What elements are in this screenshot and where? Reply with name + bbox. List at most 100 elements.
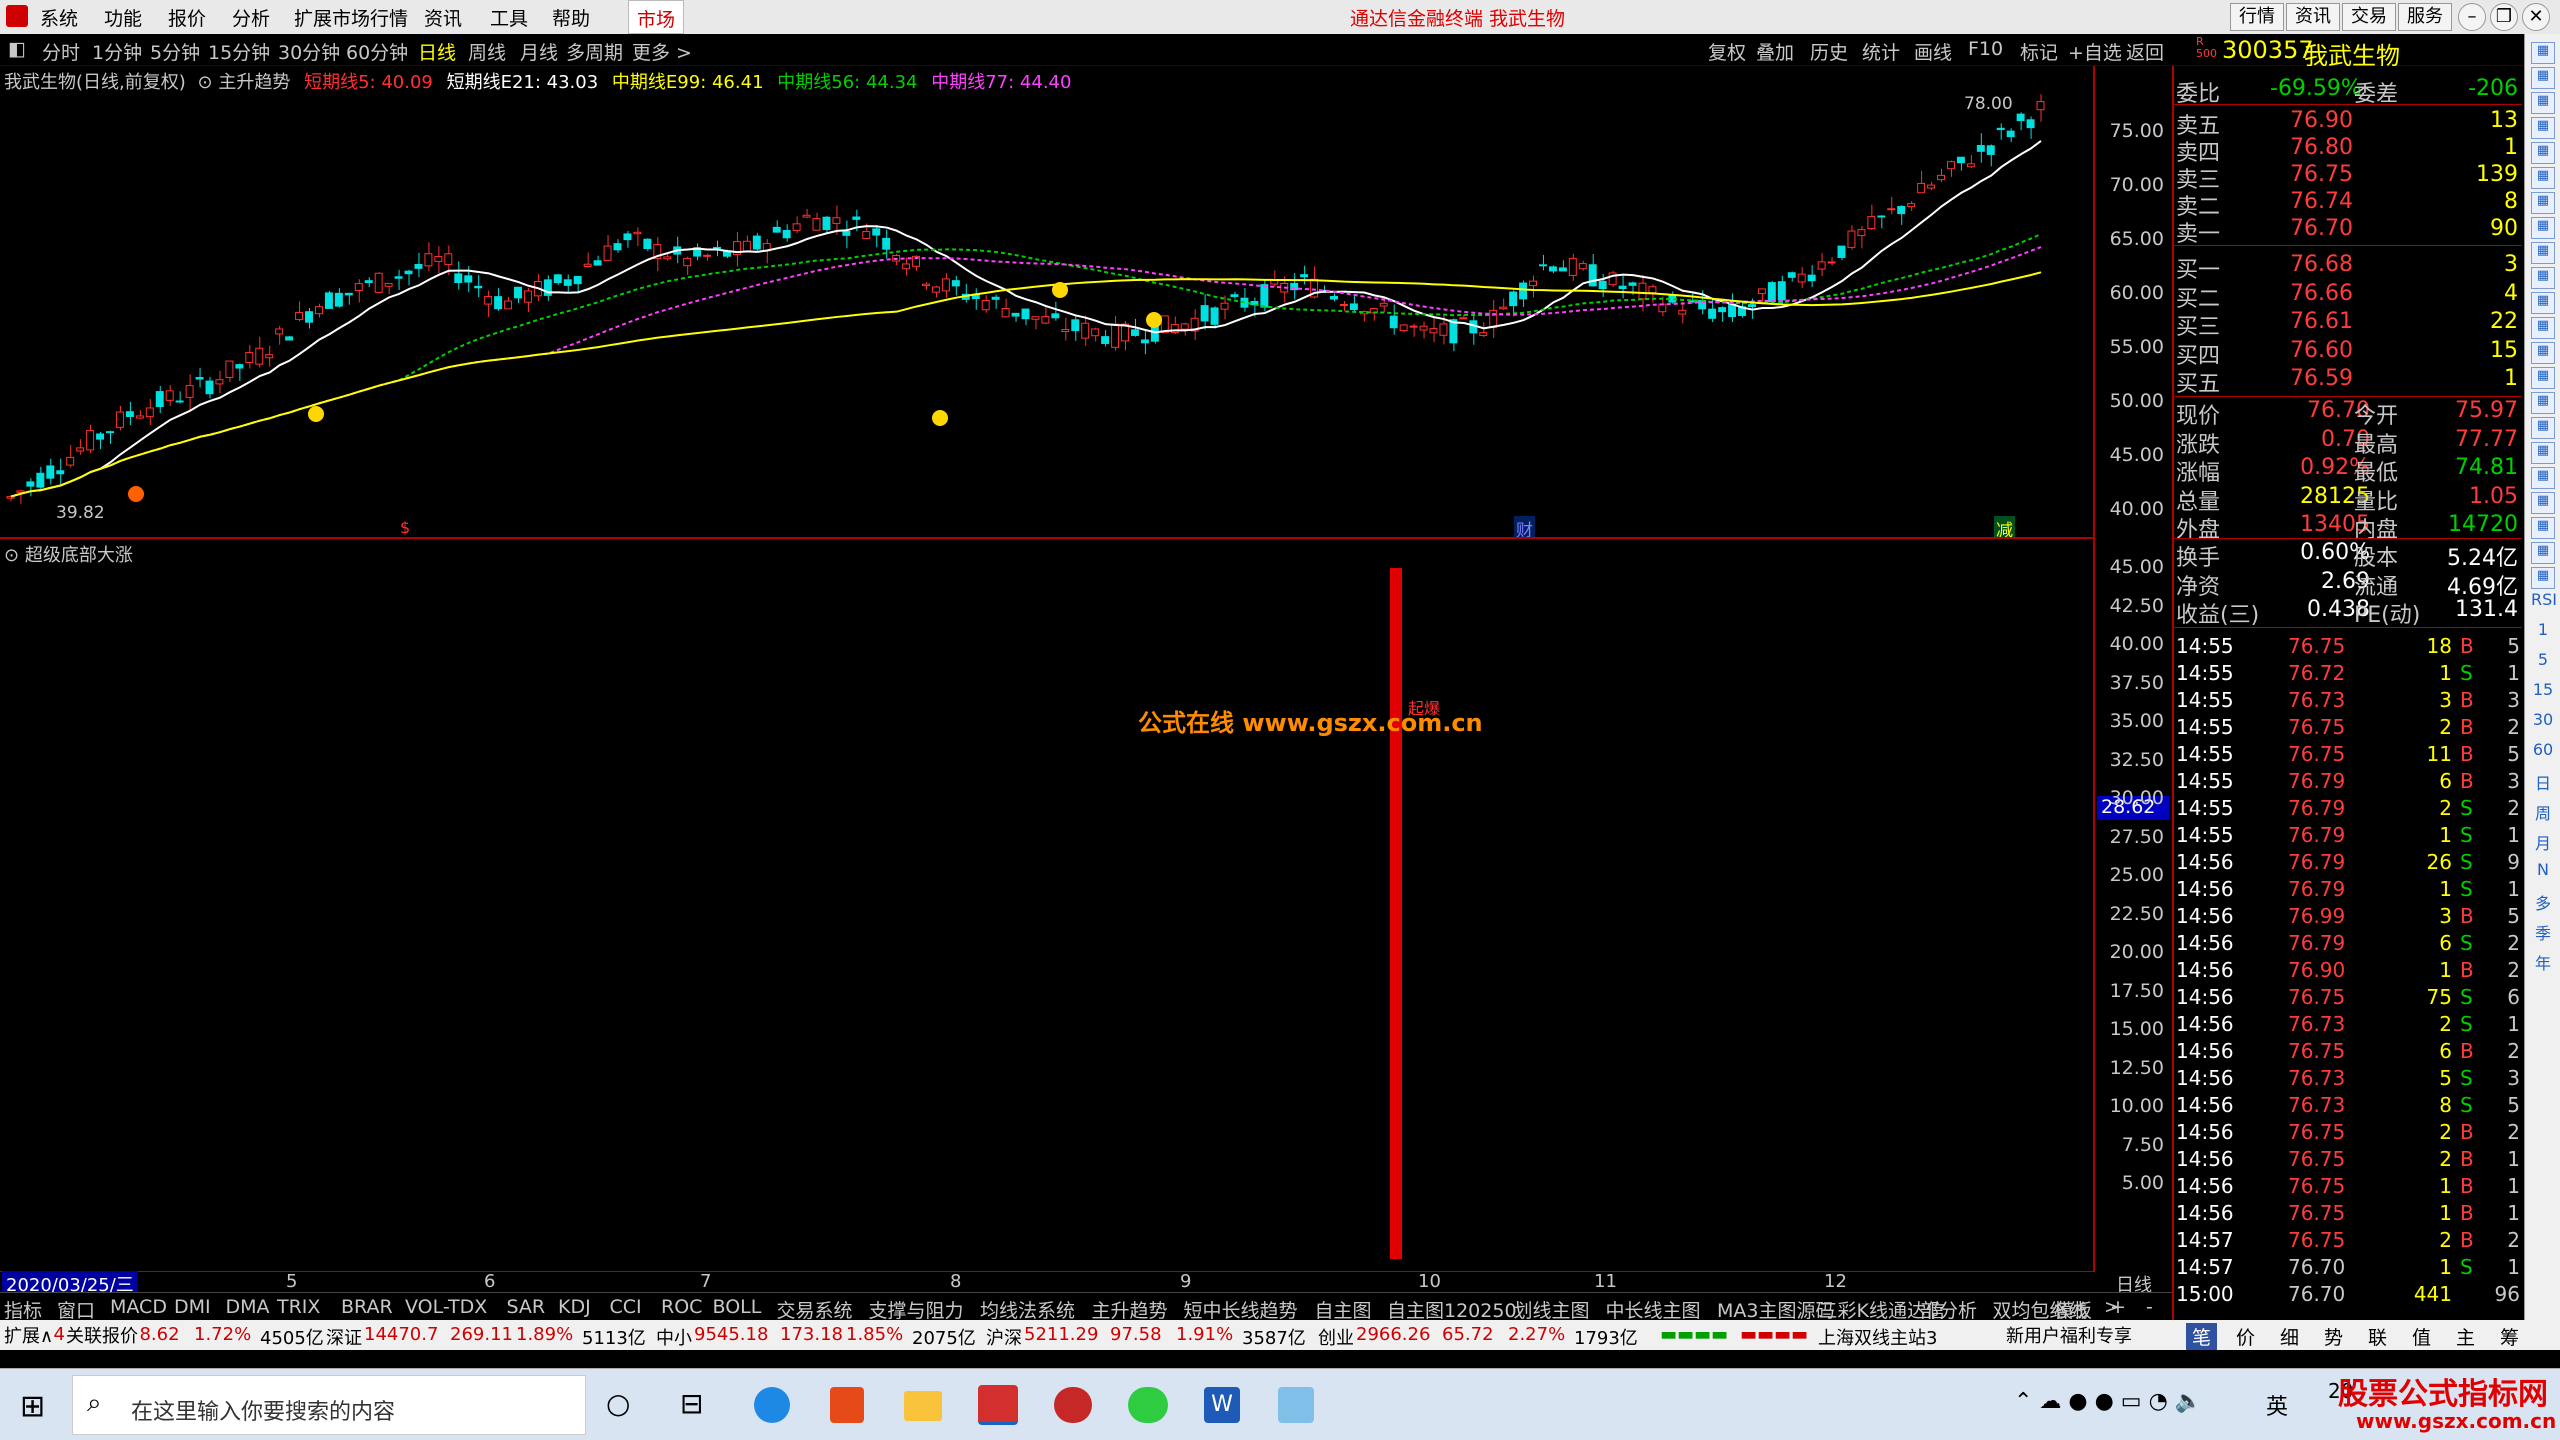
- restore-icon[interactable]: ❐: [2490, 3, 2518, 31]
- right-tab-6[interactable]: 主: [2450, 1323, 2481, 1350]
- server-name[interactable]: 上海双线主站3: [1818, 1324, 1937, 1350]
- chart-tool-4[interactable]: 画线: [1914, 38, 1952, 65]
- indicator-tab-18[interactable]: 自主图: [1315, 1296, 1372, 1323]
- minimize-icon[interactable]: –: [2458, 3, 2486, 31]
- side-tool-icon[interactable]: ▦: [2531, 392, 2555, 414]
- side-period-0[interactable]: RSI: [2531, 590, 2557, 612]
- menu-tools[interactable]: 工具: [490, 4, 528, 31]
- expand-toggle[interactable]: 扩展∧: [4, 1322, 54, 1348]
- side-tool-icon[interactable]: ▦: [2531, 317, 2555, 339]
- side-period-3[interactable]: 15: [2531, 680, 2555, 702]
- chart-tool-7[interactable]: +自选: [2068, 38, 2122, 65]
- chart-tool-1[interactable]: 叠加: [1756, 38, 1794, 65]
- indicator-tab-10[interactable]: CCI: [610, 1296, 642, 1318]
- menu-system[interactable]: 系统: [40, 4, 78, 31]
- indicator-tab-24[interactable]: 部分析: [1920, 1296, 1977, 1323]
- menu-analysis[interactable]: 分析: [232, 4, 270, 31]
- side-tool-icon[interactable]: ▦: [2531, 267, 2555, 289]
- right-tab-3[interactable]: 势: [2318, 1323, 2349, 1350]
- chart-tool-5[interactable]: F10: [1968, 38, 2003, 60]
- side-period-4[interactable]: 30: [2531, 710, 2555, 732]
- promo-banner[interactable]: 新用户福利专享: [2000, 1322, 2138, 1348]
- indicator-tab-1[interactable]: 窗口: [57, 1296, 95, 1323]
- period-tab-5[interactable]: 60分钟: [346, 38, 408, 65]
- windows-start-icon[interactable]: ⊞: [20, 1389, 45, 1424]
- indicator-tab-9[interactable]: KDJ: [558, 1296, 591, 1318]
- taskbar-search[interactable]: ⌕ 在这里输入你要搜索的内容: [72, 1375, 586, 1435]
- side-tool-icon[interactable]: ▦: [2531, 417, 2555, 439]
- sub-indicator-toggle-icon[interactable]: ⊙: [4, 545, 19, 566]
- indicator-tab-20[interactable]: 划线主图: [1514, 1296, 1590, 1323]
- right-tab-4[interactable]: 联: [2362, 1323, 2393, 1350]
- indicator-tab-0[interactable]: 指标: [4, 1296, 42, 1323]
- tdx-app-icon[interactable]: [978, 1385, 1018, 1425]
- period-tab-3[interactable]: 15分钟: [208, 38, 270, 65]
- chart-tool-8[interactable]: 返回: [2126, 38, 2164, 65]
- period-tab-0[interactable]: 分时: [42, 38, 80, 65]
- task-view-icon[interactable]: ○: [606, 1387, 630, 1420]
- indicator-tab-5[interactable]: TRIX: [277, 1296, 320, 1318]
- side-tool-icon[interactable]: ▦: [2531, 492, 2555, 514]
- indicator-tab-15[interactable]: 均线法系统: [980, 1296, 1075, 1323]
- indicator-tab-13[interactable]: 交易系统: [777, 1296, 853, 1323]
- right-tab-1[interactable]: 价: [2230, 1323, 2261, 1350]
- header-button-trade[interactable]: 交易: [2342, 3, 2396, 31]
- period-tab-10[interactable]: 更多 >: [632, 38, 692, 65]
- side-tool-icon[interactable]: ▦: [2531, 567, 2555, 589]
- tabs-right-0[interactable]: 模板: [2054, 1296, 2092, 1323]
- side-tool-icon[interactable]: ▦: [2531, 192, 2555, 214]
- right-tab-7[interactable]: 筹: [2494, 1323, 2525, 1350]
- side-period-9[interactable]: N: [2531, 860, 2555, 882]
- side-tool-icon[interactable]: ▦: [2531, 142, 2555, 164]
- close-icon[interactable]: ✕: [2522, 3, 2550, 31]
- side-tool-icon[interactable]: ▦: [2531, 92, 2555, 114]
- right-tab-5[interactable]: 值: [2406, 1323, 2437, 1350]
- indicator-tab-22[interactable]: MA3主图源码: [1717, 1296, 1834, 1323]
- indicator-tab-16[interactable]: 主升趋势: [1092, 1296, 1168, 1323]
- period-tab-7[interactable]: 周线: [468, 38, 506, 65]
- side-period-11[interactable]: 季: [2531, 920, 2555, 943]
- side-tool-icon[interactable]: ▦: [2531, 242, 2555, 264]
- side-tool-icon[interactable]: ▦: [2531, 342, 2555, 364]
- period-tab-8[interactable]: 月线: [520, 38, 558, 65]
- app-red-icon[interactable]: [1054, 1387, 1092, 1423]
- indicator-tab-4[interactable]: DMA: [226, 1296, 270, 1318]
- side-tool-icon[interactable]: ▦: [2531, 67, 2555, 89]
- side-tool-icon[interactable]: ▦: [2531, 442, 2555, 464]
- menu-quote[interactable]: 报价: [168, 4, 206, 31]
- panel-toggle-icon[interactable]: ◧: [8, 38, 26, 60]
- menu-function[interactable]: 功能: [104, 4, 142, 31]
- side-period-12[interactable]: 年: [2531, 950, 2555, 973]
- side-tool-icon[interactable]: ▦: [2531, 292, 2555, 314]
- indicator-tab-12[interactable]: BOLL: [713, 1296, 762, 1318]
- widgets-icon[interactable]: ⊟: [680, 1387, 703, 1420]
- side-tool-icon[interactable]: ▦: [2531, 542, 2555, 564]
- menu-news[interactable]: 资讯: [424, 4, 462, 31]
- menu-help[interactable]: 帮助: [552, 4, 590, 31]
- indicator-tab-6[interactable]: BRAR: [341, 1296, 393, 1318]
- side-tool-icon[interactable]: ▦: [2531, 42, 2555, 64]
- main-kline-chart[interactable]: 我武生物(日线,前复权) ⊙ 主升趋势 短期线5: 40.09 短期线E21: …: [0, 66, 2095, 539]
- side-period-10[interactable]: 多: [2531, 890, 2555, 913]
- indicator-tab-14[interactable]: 支撑与阻力: [869, 1296, 964, 1323]
- menu-market[interactable]: 市场: [628, 0, 685, 34]
- side-period-6[interactable]: 日: [2531, 770, 2555, 793]
- app-blue-icon[interactable]: [1278, 1387, 1314, 1423]
- indicator-tab-3[interactable]: DMI: [174, 1296, 211, 1318]
- sub-indicator-chart[interactable]: ⊙ 超级底部大涨 起爆 公式在线 www.gszx.com.cn: [0, 539, 2095, 1271]
- period-tab-1[interactable]: 1分钟: [92, 38, 142, 65]
- tray-icons[interactable]: ⌃ ☁ ● ● ▭ ◔ 🔈: [2014, 1389, 2202, 1414]
- indicator-tab-11[interactable]: ROC: [661, 1296, 702, 1318]
- right-tab-2[interactable]: 细: [2274, 1323, 2305, 1350]
- side-period-5[interactable]: 60: [2531, 740, 2555, 762]
- side-tool-icon[interactable]: ▦: [2531, 367, 2555, 389]
- indicator-tab-8[interactable]: SAR: [507, 1296, 546, 1318]
- side-period-8[interactable]: 月: [2531, 830, 2555, 853]
- side-period-7[interactable]: 周: [2531, 800, 2555, 823]
- side-tool-icon[interactable]: ▦: [2531, 517, 2555, 539]
- chart-tool-6[interactable]: 标记: [2020, 38, 2058, 65]
- related-quotes[interactable]: 关联报价: [66, 1322, 138, 1348]
- right-tab-0[interactable]: 笔: [2186, 1323, 2218, 1350]
- menu-extended-market[interactable]: 扩展市场行情: [294, 4, 408, 31]
- indicator-tab-21[interactable]: 中长线主图: [1606, 1296, 1701, 1323]
